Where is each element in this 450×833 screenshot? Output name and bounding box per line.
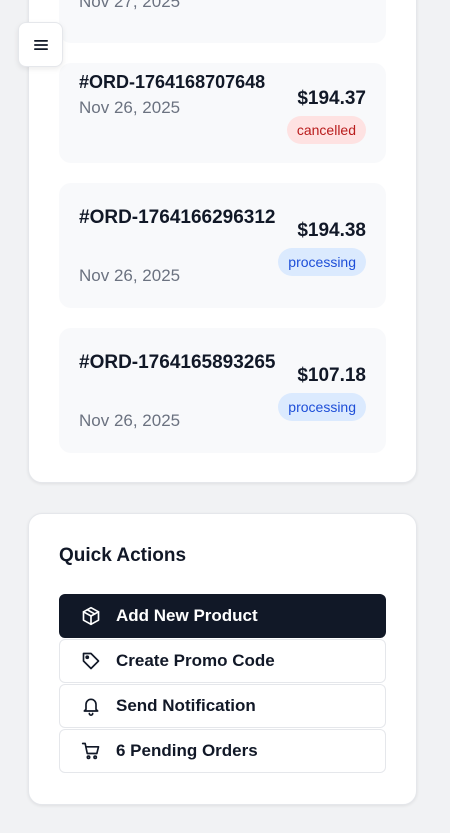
order-number: #ORD-1764166296312 [79,207,276,228]
order-number: #ORD-1764168707648 [79,72,266,92]
order-amount: $107.18 [297,365,366,386]
action-label: Create Promo Code [116,651,275,670]
order-date: Nov 26, 2025 [79,266,181,285]
order-card[interactable]: Nov 27, 2025 processing [59,0,386,43]
menu-button[interactable] [18,22,63,67]
status-badge: processing [278,393,366,421]
action-label: Send Notification [116,696,256,715]
order-card[interactable]: #ORD-1764166296312 Nov 26, 2025 $194.38 … [59,183,386,308]
order-card[interactable]: #ORD-1764168707648 Nov 26, 2025 $194.37 … [59,63,386,163]
order-amount: $194.38 [297,220,366,241]
status-badge: processing [278,248,366,276]
order-amount: $194.37 [297,88,366,109]
package-icon [80,605,102,627]
create-promo-code-button[interactable]: Create Promo Code [59,639,386,683]
order-date: Nov 27, 2025 [79,0,181,11]
bell-icon [80,695,102,717]
order-date: Nov 26, 2025 [79,411,181,430]
status-badge: cancelled [286,116,366,144]
hamburger-icon [33,39,48,50]
quick-actions-card: Quick Actions Add New Product Create Pro… [28,513,417,805]
order-card[interactable]: #ORD-1764165893265 Nov 26, 2025 $107.18 … [59,328,386,453]
recent-orders-card: Nov 27, 2025 processing #ORD-17641687076… [28,0,417,483]
action-label: 6 Pending Orders [116,741,258,760]
add-new-product-button[interactable]: Add New Product [59,594,386,638]
pending-orders-button[interactable]: 6 Pending Orders [59,729,386,773]
action-label: Add New Product [116,606,258,625]
cart-icon [80,740,102,762]
send-notification-button[interactable]: Send Notification [59,684,386,728]
quick-actions-title: Quick Actions [59,545,187,566]
order-number: #ORD-1764165893265 [79,352,276,373]
order-date: Nov 26, 2025 [79,98,181,117]
tag-icon [80,650,102,672]
page: Nov 27, 2025 processing #ORD-17641687076… [0,0,450,833]
